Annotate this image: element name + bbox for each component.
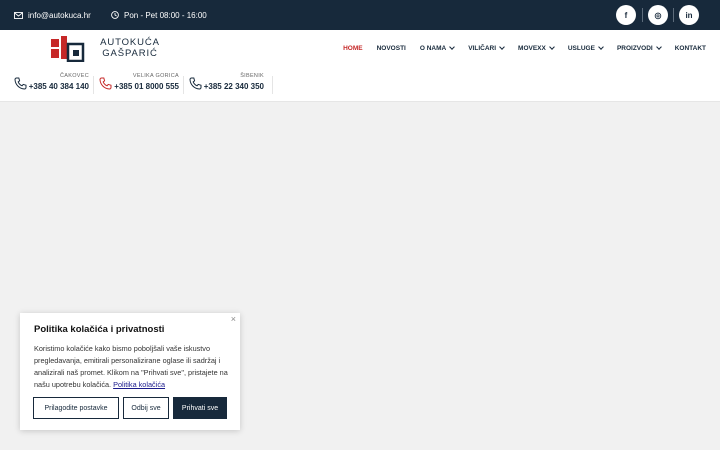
envelope-icon xyxy=(14,11,23,19)
accept-all-button[interactable]: Prihvati sve xyxy=(173,397,227,419)
nav-movexx[interactable]: MOVEXX xyxy=(518,44,555,52)
logo-text-line2: GAŠPARIĆ xyxy=(102,48,158,59)
contact-sibenik[interactable]: ŠIBENIK +385 22 340 350 xyxy=(189,73,264,93)
phone-icon xyxy=(189,77,202,90)
contact-divider xyxy=(183,76,184,94)
clock-icon xyxy=(111,11,119,19)
customize-settings-button[interactable]: Prilagodite postavke xyxy=(33,397,119,419)
nav-kontakt[interactable]: KONTAKT xyxy=(675,45,706,52)
nav-vilicari[interactable]: VILIČARI xyxy=(468,44,505,52)
chevron-down-icon xyxy=(449,44,456,50)
nav-usluge[interactable]: USLUGE xyxy=(568,44,604,52)
linkedin-icon[interactable]: in xyxy=(679,5,699,25)
reject-all-button[interactable]: Odbij sve xyxy=(123,397,169,419)
cookie-title: Politika kolačića i privatnosti xyxy=(34,324,165,335)
social-divider xyxy=(673,8,674,22)
contact-cakovec[interactable]: ČAKOVEC +385 40 384 140 xyxy=(14,73,89,93)
nav-o-nama[interactable]: O NAMA xyxy=(420,44,456,52)
chevron-down-icon xyxy=(598,44,604,50)
chevron-down-icon xyxy=(499,44,505,50)
logo[interactable]: AUTOKUĆA GAŠPARIĆ xyxy=(49,36,174,62)
top-bar: info@autokuca.hr Pon - Pet 08:00 - 16:00… xyxy=(0,0,720,30)
chevron-down-icon xyxy=(549,44,555,50)
phone-icon xyxy=(14,77,27,90)
social-divider xyxy=(642,8,643,22)
cookie-text: Koristimo kolačiće kako bismo poboljšali… xyxy=(34,344,228,389)
working-hours: Pon - Pet 08:00 - 16:00 xyxy=(111,0,207,30)
hours-text: Pon - Pet 08:00 - 16:00 xyxy=(124,10,207,20)
site-header: AUTOKUĆA GAŠPARIĆ HOME NOVOSTI O NAMA VI… xyxy=(0,30,720,102)
cookie-banner: × Politika kolačića i privatnosti Korist… xyxy=(20,313,240,430)
logo-text-line1: AUTOKUĆA xyxy=(100,37,160,48)
contact-velika-gorica[interactable]: VELIKA GORICA +385 01 8000 555 xyxy=(99,73,179,93)
close-icon[interactable]: × xyxy=(231,314,236,324)
contact-divider xyxy=(93,76,94,94)
contact-phone[interactable]: +385 01 8000 555 xyxy=(114,82,179,91)
contact-phone[interactable]: +385 22 340 350 xyxy=(204,82,264,91)
contact-city: ČAKOVEC xyxy=(60,73,89,79)
instagram-icon[interactable]: ◎ xyxy=(648,5,668,25)
phone-icon xyxy=(99,77,112,90)
contact-city: ŠIBENIK xyxy=(240,73,264,79)
contact-city: VELIKA GORICA xyxy=(132,73,179,79)
facebook-icon[interactable]: f xyxy=(616,5,636,25)
cookie-policy-link[interactable]: Politika kolačića xyxy=(113,380,165,389)
main-nav: HOME NOVOSTI O NAMA VILIČARI MOVEXX USLU… xyxy=(329,38,706,58)
chevron-down-icon xyxy=(655,44,662,50)
nav-proizvodi[interactable]: PROIZVODI xyxy=(617,44,662,52)
contact-divider xyxy=(272,76,273,94)
nav-novosti[interactable]: NOVOSTI xyxy=(377,45,406,52)
logo-mark-icon xyxy=(51,36,85,62)
email-text[interactable]: info@autokuca.hr xyxy=(28,11,91,20)
nav-home[interactable]: HOME xyxy=(343,45,363,52)
email-contact[interactable]: info@autokuca.hr xyxy=(14,0,91,30)
contact-phone[interactable]: +385 40 384 140 xyxy=(29,82,89,91)
